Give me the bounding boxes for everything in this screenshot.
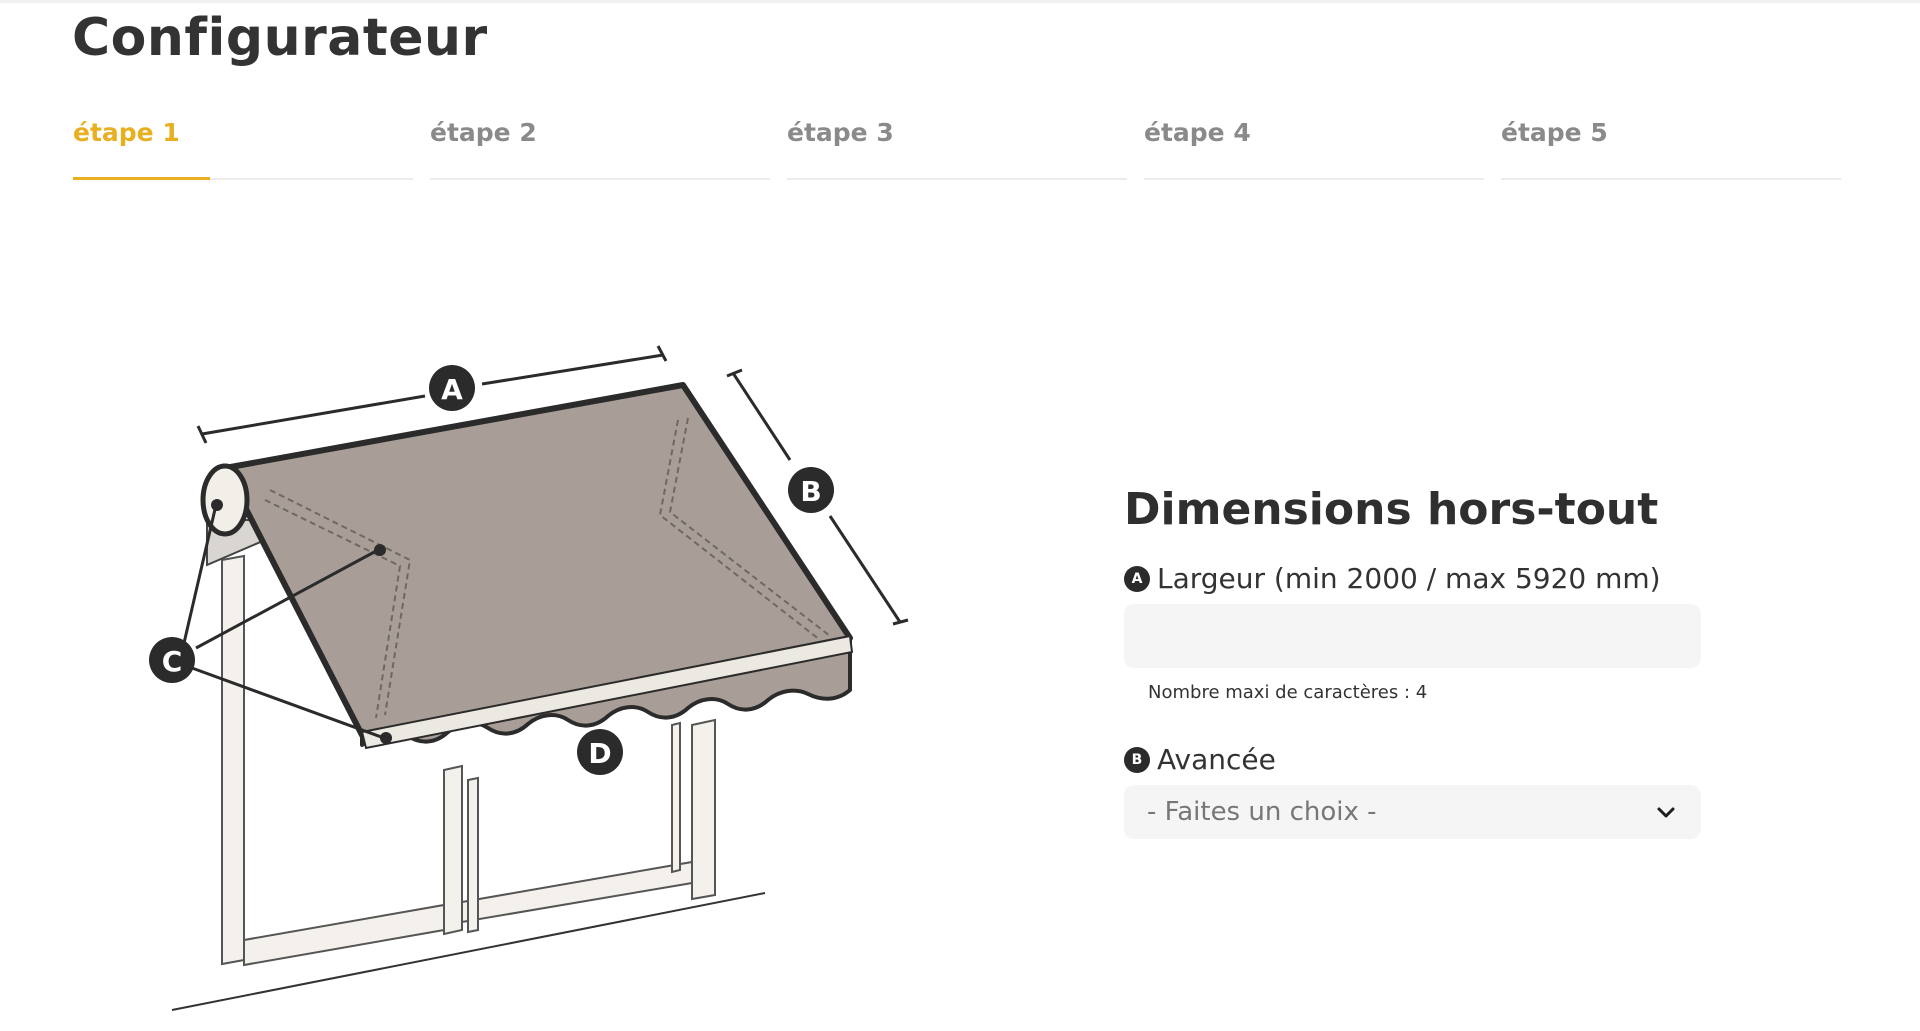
dimensions-form: Dimensions hors-tout A Largeur (min 2000…: [1124, 480, 1704, 839]
top-divider: [0, 0, 1920, 3]
avancee-select[interactable]: - Faites un choix -: [1124, 785, 1701, 839]
attach-point: [211, 499, 223, 511]
marker-d: D: [577, 729, 623, 775]
step-track: [430, 178, 770, 180]
marker-b: B: [788, 467, 834, 513]
awning-diagram: A B C D: [149, 345, 909, 1011]
step-label: étape 1: [73, 118, 180, 147]
largeur-label-text: Largeur (min 2000 / max 5920 mm): [1157, 562, 1661, 595]
tab-step-3[interactable]: étape 3: [787, 118, 1127, 184]
marker-b-badge: B: [1124, 747, 1150, 773]
avancee-label-text: Avancée: [1157, 743, 1276, 776]
tab-step-5[interactable]: étape 5: [1501, 118, 1841, 184]
chevron-down-icon: [1657, 807, 1675, 818]
awning-roller: [200, 463, 250, 537]
largeur-label: A Largeur (min 2000 / max 5920 mm): [1124, 562, 1704, 596]
step-track: [1144, 178, 1484, 180]
marker-a-badge: A: [1124, 566, 1150, 592]
tab-step-2[interactable]: étape 2: [430, 118, 770, 184]
step-track: [1501, 178, 1841, 180]
form-title: Dimensions hors-tout: [1124, 484, 1659, 535]
step-label: étape 5: [1501, 118, 1608, 147]
attach-point: [374, 544, 386, 556]
step-progress-bar: [73, 177, 210, 180]
attach-point: [380, 732, 392, 744]
tab-step-4[interactable]: étape 4: [1144, 118, 1484, 184]
svg-text:D: D: [588, 737, 611, 770]
tab-step-1[interactable]: étape 1: [73, 118, 413, 184]
step-track: [73, 177, 413, 180]
step-label: étape 2: [430, 118, 537, 147]
largeur-input[interactable]: [1124, 604, 1701, 668]
step-label: étape 3: [787, 118, 894, 147]
marker-a: A: [429, 365, 475, 411]
svg-text:A: A: [441, 373, 463, 406]
marker-c: C: [149, 637, 195, 683]
step-navigation: étape 1 étape 2 étape 3 étape 4 étape 5: [73, 118, 1843, 184]
avancee-label: B Avancée: [1124, 743, 1704, 777]
largeur-hint: Nombre maxi de caractères : 4: [1148, 682, 1428, 703]
svg-text:C: C: [162, 645, 183, 678]
step-label: étape 4: [1144, 118, 1251, 147]
page-title: Configurateur: [72, 8, 488, 68]
step-track: [787, 178, 1127, 180]
svg-text:B: B: [800, 475, 821, 508]
avancee-selected-value: - Faites un choix -: [1147, 797, 1377, 827]
